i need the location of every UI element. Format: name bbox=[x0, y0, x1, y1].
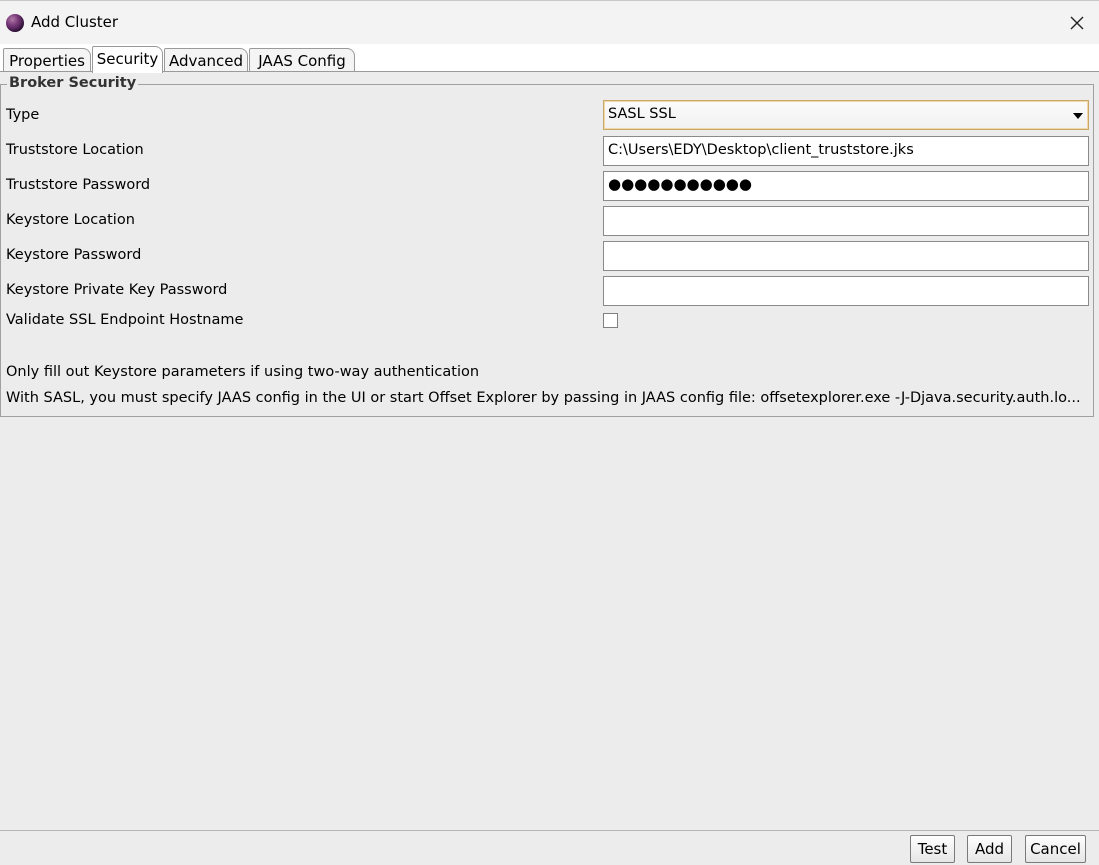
type-select[interactable]: SASL SSL bbox=[603, 100, 1089, 130]
keystore-private-key-password-label: Keystore Private Key Password bbox=[6, 282, 228, 298]
truststore-location-label: Truststore Location bbox=[6, 142, 144, 158]
tab-label: Properties bbox=[9, 52, 85, 70]
group-title: Broker Security bbox=[7, 75, 139, 91]
truststore-password-label: Truststore Password bbox=[6, 177, 151, 193]
keystore-private-key-password-input[interactable] bbox=[603, 276, 1089, 306]
tab-advanced[interactable]: Advanced bbox=[164, 48, 248, 72]
tab-security[interactable]: Security bbox=[92, 46, 163, 73]
cancel-button[interactable]: Cancel bbox=[1025, 835, 1086, 863]
tab-label: Security bbox=[96, 50, 159, 68]
app-icon bbox=[6, 14, 24, 32]
keystore-location-label: Keystore Location bbox=[6, 212, 135, 228]
tab-jaas-config[interactable]: JAAS Config bbox=[249, 48, 355, 72]
close-button[interactable] bbox=[1055, 1, 1099, 45]
window-title: Add Cluster bbox=[31, 13, 119, 31]
truststore-password-value: ●●●●●●●●●●● bbox=[608, 175, 752, 193]
validate-ssl-checkbox[interactable] bbox=[603, 313, 618, 328]
keystore-password-input[interactable] bbox=[603, 241, 1089, 271]
keystore-note: Only fill out Keystore parameters if usi… bbox=[6, 364, 480, 380]
chevron-down-icon bbox=[1073, 113, 1083, 119]
security-panel: Broker Security Type SASL SSL Truststore… bbox=[0, 72, 1099, 830]
sasl-note: With SASL, you must specify JAAS config … bbox=[6, 390, 1081, 406]
close-icon bbox=[1070, 16, 1084, 30]
type-value: SASL SSL bbox=[608, 106, 676, 122]
button-bar: Test Add Cancel bbox=[0, 830, 1099, 865]
keystore-location-input[interactable] bbox=[603, 206, 1089, 236]
tab-properties[interactable]: Properties bbox=[3, 48, 91, 72]
truststore-password-input[interactable]: ●●●●●●●●●●● bbox=[603, 171, 1089, 201]
validate-ssl-label: Validate SSL Endpoint Hostname bbox=[6, 312, 244, 328]
truststore-location-value: C:\Users\EDY\Desktop\client_truststore.j… bbox=[608, 142, 914, 158]
test-button[interactable]: Test bbox=[910, 835, 955, 863]
add-button[interactable]: Add bbox=[967, 835, 1012, 863]
title-bar: Add Cluster bbox=[0, 0, 1099, 44]
truststore-location-input[interactable]: C:\Users\EDY\Desktop\client_truststore.j… bbox=[603, 136, 1089, 166]
type-label: Type bbox=[6, 107, 40, 123]
keystore-password-label: Keystore Password bbox=[6, 247, 142, 263]
tab-bar: Properties Security Advanced JAAS Config bbox=[0, 44, 1099, 73]
tab-label: JAAS Config bbox=[258, 52, 346, 70]
tab-label: Advanced bbox=[168, 52, 244, 70]
